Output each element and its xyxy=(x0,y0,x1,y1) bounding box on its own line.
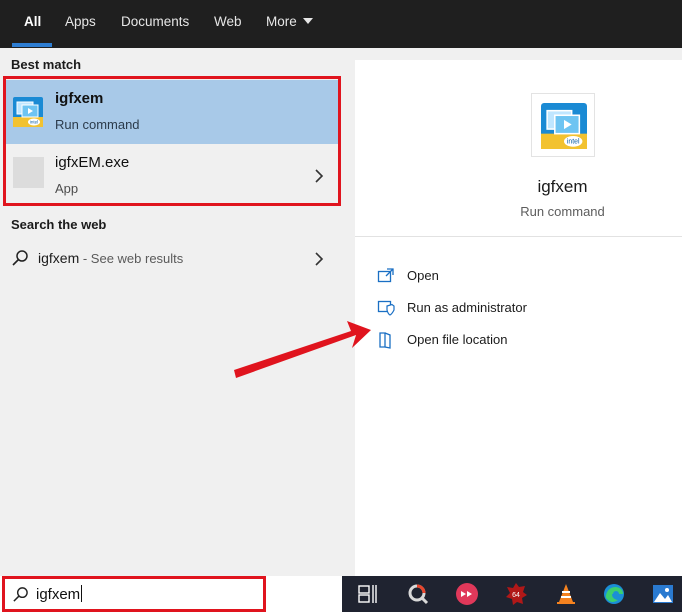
search-web-heading: Search the web xyxy=(11,217,107,232)
open-icon xyxy=(377,268,394,283)
action-open-file-location[interactable]: Open file location xyxy=(377,328,667,354)
search-icon xyxy=(12,250,28,266)
action-label: Open file location xyxy=(407,332,508,347)
chevron-right-icon[interactable] xyxy=(314,251,324,267)
search-tab-bar: All Apps Documents Web More xyxy=(0,0,682,48)
action-label: Open xyxy=(407,268,439,283)
result-subtitle: Run command xyxy=(55,117,140,132)
web-query-text: igfxem - See web results xyxy=(38,250,183,266)
tab-more[interactable]: More xyxy=(266,0,313,48)
tab-apps[interactable]: Apps xyxy=(65,0,96,48)
shield-icon xyxy=(377,300,395,316)
taskbar: igfxem 64 xyxy=(0,576,682,612)
results-pane: Best match intel igfxem Run command igfx… xyxy=(0,48,342,576)
svg-text:64: 64 xyxy=(512,592,520,599)
intel-app-icon: intel xyxy=(13,97,43,127)
tab-web[interactable]: Web xyxy=(214,0,242,48)
chevron-right-icon[interactable] xyxy=(314,168,324,184)
active-tab-indicator xyxy=(12,43,52,47)
preview-pane: intel igfxem Run command Open Run as adm… xyxy=(342,48,682,576)
search-box-highlight xyxy=(2,576,266,612)
preview-icon-frame: intel xyxy=(531,93,595,157)
media-app-icon[interactable] xyxy=(455,582,479,606)
result-title: igfxem xyxy=(55,90,104,107)
generic-app-icon xyxy=(13,157,44,188)
preview-divider xyxy=(355,236,682,237)
web-query: igfxem xyxy=(38,250,80,266)
preview-card: intel igfxem Run command Open Run as adm… xyxy=(355,60,682,576)
preview-subtitle: Run command xyxy=(520,204,605,219)
edge-icon[interactable] xyxy=(602,582,626,606)
svg-text:intel: intel xyxy=(567,139,580,146)
result-item-igfxem[interactable]: intel igfxem Run command xyxy=(3,80,339,144)
search-app-icon[interactable] xyxy=(406,582,430,606)
tab-all[interactable]: All xyxy=(24,0,41,48)
chevron-down-icon xyxy=(302,18,313,24)
vlc-icon[interactable] xyxy=(554,582,578,606)
action-open[interactable]: Open xyxy=(377,264,667,290)
action-run-as-admin[interactable]: Run as administrator xyxy=(377,296,667,322)
folder-location-icon xyxy=(379,332,391,349)
cpu-z-icon[interactable]: 64 xyxy=(504,582,528,606)
svg-text:intel: intel xyxy=(30,120,38,125)
web-results-hint: - See web results xyxy=(79,251,184,266)
tab-documents[interactable]: Documents xyxy=(121,0,189,48)
task-view-icon[interactable] xyxy=(356,582,380,606)
tab-more-label: More xyxy=(266,14,297,29)
result-subtitle: App xyxy=(55,181,79,196)
web-result-item[interactable]: igfxem - See web results xyxy=(0,241,342,277)
intel-app-icon: intel xyxy=(541,103,587,149)
best-match-heading: Best match xyxy=(11,57,82,72)
preview-title: igfxem xyxy=(537,177,588,196)
result-title: igfxEM.exe xyxy=(55,154,130,171)
photos-icon[interactable] xyxy=(651,582,675,606)
result-item-igfxem-exe[interactable]: igfxEM.exe App xyxy=(3,144,339,208)
action-label: Run as administrator xyxy=(407,300,527,315)
taskbar-search-box[interactable]: igfxem xyxy=(0,576,342,612)
